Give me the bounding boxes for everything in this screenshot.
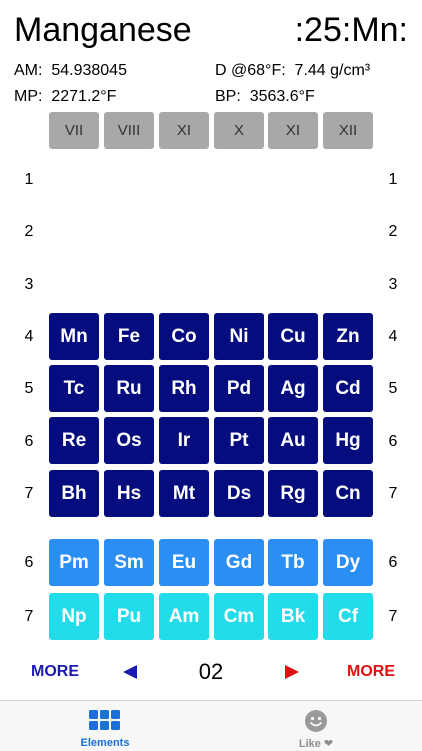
- element-cell-cu[interactable]: Cu: [268, 313, 318, 360]
- element-cell-mt[interactable]: Mt: [159, 470, 209, 517]
- period-label: 6: [24, 554, 34, 571]
- element-cell-sm[interactable]: Sm: [104, 539, 154, 586]
- element-cell-pm[interactable]: Pm: [49, 539, 99, 586]
- melting-point: MP: 2271.2°F: [14, 87, 116, 107]
- period-label: 1: [24, 171, 34, 188]
- element-cell-rg[interactable]: Rg: [268, 470, 318, 517]
- period-label: 4: [388, 328, 398, 345]
- group-header[interactable]: VII: [49, 112, 99, 149]
- tab-bar: Elements Like ❤: [0, 700, 422, 751]
- period-label: 2: [388, 223, 398, 240]
- element-cell-eu[interactable]: Eu: [159, 539, 209, 586]
- element-cell-rh[interactable]: Rh: [159, 365, 209, 412]
- group-header[interactable]: X: [214, 112, 264, 149]
- tab-like[interactable]: Like ❤: [256, 701, 376, 751]
- element-cell-bh[interactable]: Bh: [49, 470, 99, 517]
- element-cell-ir[interactable]: Ir: [159, 417, 209, 464]
- period-label: 7: [388, 608, 398, 625]
- element-cell-ru[interactable]: Ru: [104, 365, 154, 412]
- period-label: 7: [24, 485, 34, 502]
- density-value: 7.44 g/cm³: [294, 62, 371, 79]
- tab-elements[interactable]: Elements: [45, 701, 165, 751]
- group-header[interactable]: XI: [268, 112, 318, 149]
- element-cell-bk[interactable]: Bk: [268, 593, 318, 640]
- group-header[interactable]: VIII: [104, 112, 154, 149]
- element-cell-co[interactable]: Co: [159, 313, 209, 360]
- period-label: 6: [388, 433, 398, 450]
- period-label: 3: [388, 276, 398, 293]
- element-cell-hs[interactable]: Hs: [104, 470, 154, 517]
- element-cell-cf[interactable]: Cf: [323, 593, 373, 640]
- element-cell-tc[interactable]: Tc: [49, 365, 99, 412]
- period-label: 5: [24, 380, 34, 397]
- element-cell-ni[interactable]: Ni: [214, 313, 264, 360]
- density: D @68°F: 7.44 g/cm³: [215, 61, 370, 81]
- right-arrow-icon[interactable]: [285, 665, 299, 679]
- atomic-mass-value: 54.938045: [51, 62, 127, 79]
- element-symbol: :25:Mn:: [294, 11, 408, 49]
- group-header[interactable]: XI: [159, 112, 209, 149]
- more-right-button[interactable]: MORE: [347, 662, 395, 682]
- element-cell-fe[interactable]: Fe: [104, 313, 154, 360]
- tab-like-label: Like ❤: [298, 738, 334, 750]
- period-label: 1: [388, 171, 398, 188]
- period-label: 7: [24, 608, 34, 625]
- boiling-point-value: 3563.6°F: [249, 88, 315, 105]
- element-cell-cm[interactable]: Cm: [214, 593, 264, 640]
- melting-point-label: MP:: [14, 88, 43, 105]
- element-cell-zn[interactable]: Zn: [323, 313, 373, 360]
- tab-elements-label: Elements: [80, 737, 130, 749]
- element-cell-dy[interactable]: Dy: [323, 539, 373, 586]
- element-cell-hg[interactable]: Hg: [323, 417, 373, 464]
- group-header[interactable]: XII: [323, 112, 373, 149]
- element-cell-gd[interactable]: Gd: [214, 539, 264, 586]
- atomic-mass: AM: 54.938045: [14, 61, 127, 81]
- element-cell-au[interactable]: Au: [268, 417, 318, 464]
- period-label: 2: [24, 223, 34, 240]
- element-cell-am[interactable]: Am: [159, 593, 209, 640]
- element-cell-re[interactable]: Re: [49, 417, 99, 464]
- melting-point-value: 2271.2°F: [51, 88, 117, 105]
- grid-icon: [89, 710, 120, 730]
- element-cell-tb[interactable]: Tb: [268, 539, 318, 586]
- period-label: 3: [24, 276, 34, 293]
- period-label: 7: [388, 485, 398, 502]
- period-label: 5: [388, 380, 398, 397]
- atomic-mass-label: AM:: [14, 62, 43, 79]
- element-cell-ag[interactable]: Ag: [268, 365, 318, 412]
- element-cell-pu[interactable]: Pu: [104, 593, 154, 640]
- element-cell-cd[interactable]: Cd: [323, 365, 373, 412]
- period-label: 6: [388, 554, 398, 571]
- boiling-point: BP: 3563.6°F: [215, 87, 315, 107]
- element-cell-os[interactable]: Os: [104, 417, 154, 464]
- element-cell-pt[interactable]: Pt: [214, 417, 264, 464]
- density-label: D @68°F:: [215, 62, 286, 79]
- element-cell-mn[interactable]: Mn: [49, 313, 99, 360]
- left-arrow-icon[interactable]: [123, 665, 137, 679]
- element-cell-ds[interactable]: Ds: [214, 470, 264, 517]
- element-cell-pd[interactable]: Pd: [214, 365, 264, 412]
- element-cell-np[interactable]: Np: [49, 593, 99, 640]
- boiling-point-label: BP:: [215, 88, 241, 105]
- element-cell-cn[interactable]: Cn: [323, 470, 373, 517]
- period-label: 6: [24, 433, 34, 450]
- period-label: 4: [24, 328, 34, 345]
- smiley-icon: [305, 710, 327, 732]
- element-name: Manganese: [14, 11, 192, 49]
